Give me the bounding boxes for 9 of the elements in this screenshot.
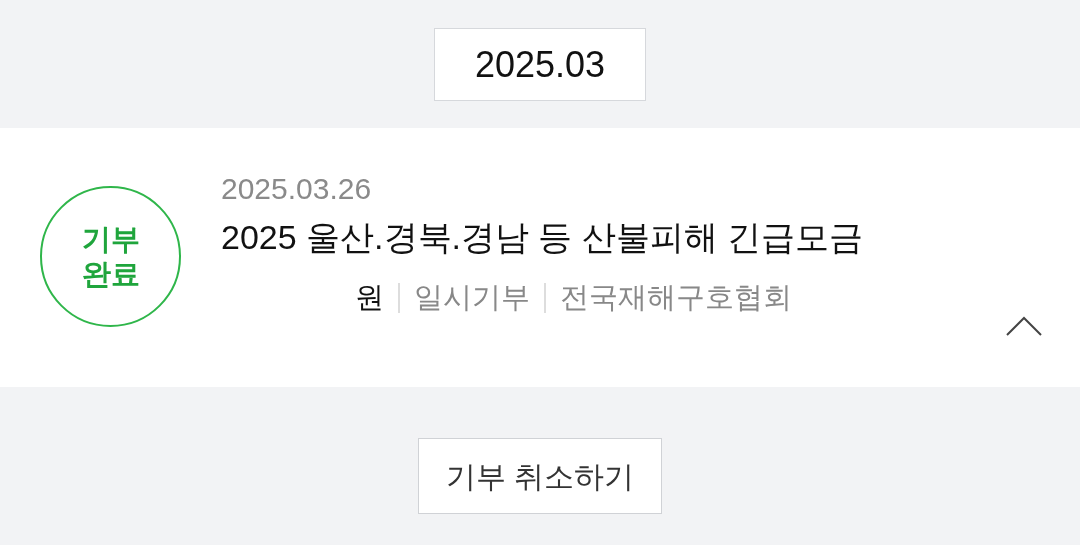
amount-text: 원 xyxy=(354,279,384,315)
status-stamp: 기부 완료 xyxy=(40,186,181,327)
collapse-icon[interactable] xyxy=(1006,316,1042,336)
donation-type: 일시기부 xyxy=(414,279,530,315)
cancel-donation-button[interactable]: 기부 취소하기 xyxy=(418,438,662,514)
donation-date: 2025.03.26 xyxy=(221,171,373,207)
campaign-title: 2025 울산.경북.경남 등 산불피해 긴급모금 xyxy=(221,217,864,258)
month-label: 2025.03 xyxy=(434,28,646,101)
organization-name: 전국재해구호협회 xyxy=(560,279,792,315)
